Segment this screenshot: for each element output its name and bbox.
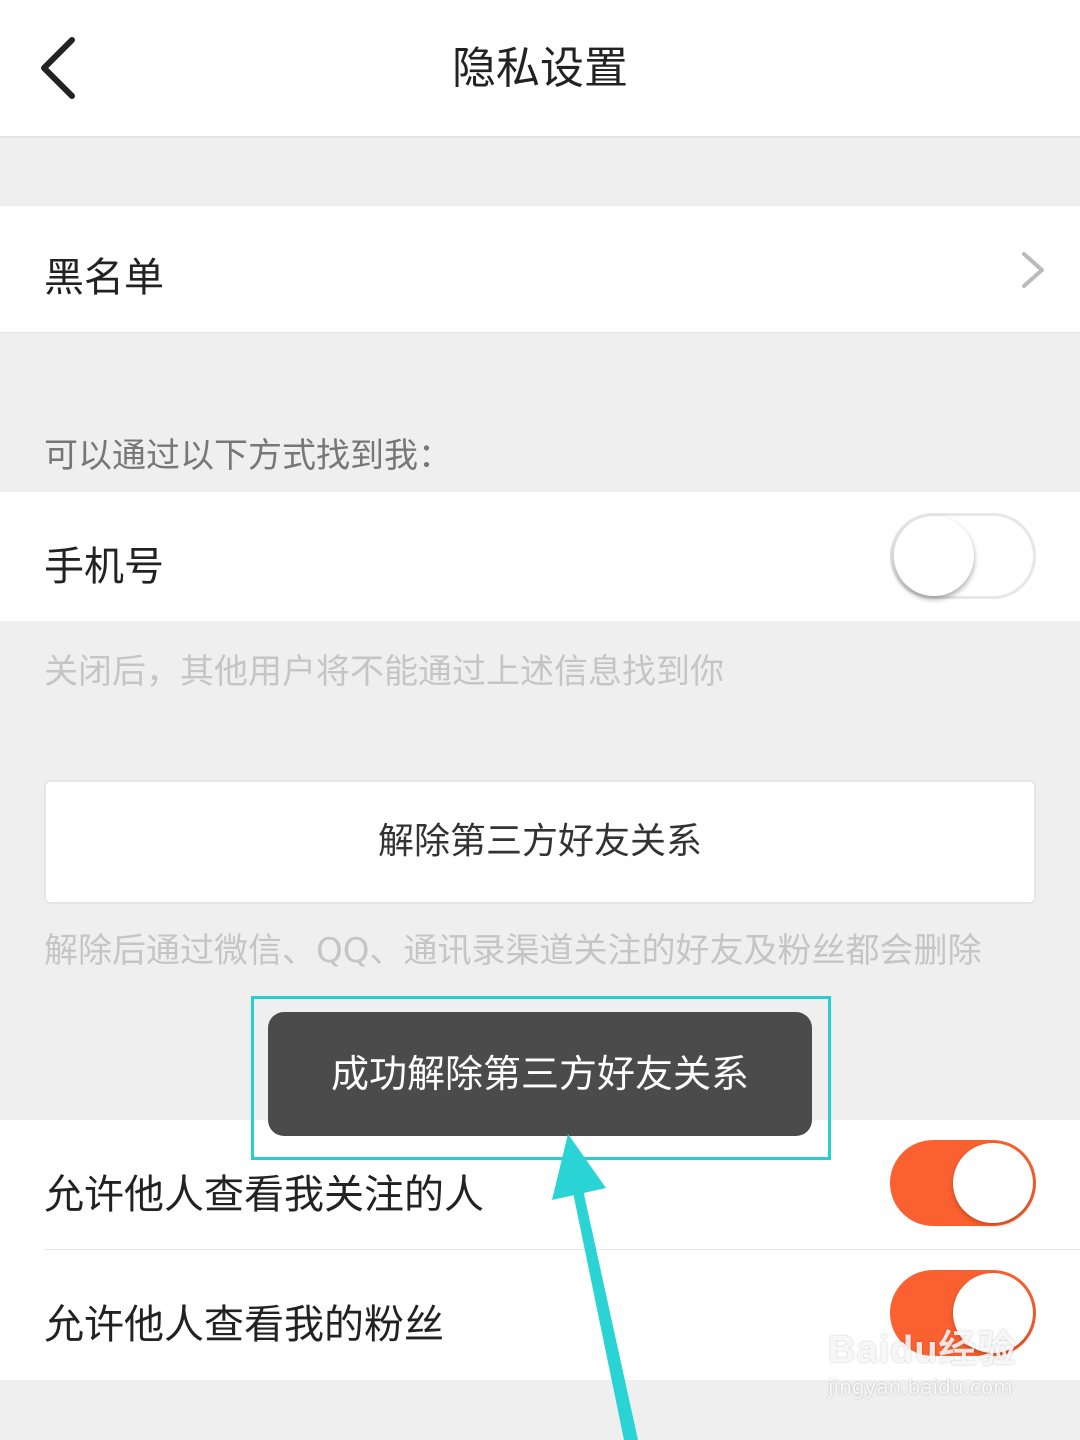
page-title: 隐私设置 <box>452 43 628 94</box>
allow-view-follows-label: 允许他人查看我关注的人 <box>44 1172 484 1218</box>
phone-label: 手机号 <box>44 544 164 590</box>
find-me-section-label: 可以通过以下方式找到我： <box>44 436 452 476</box>
phone-hint: 关闭后，其他用户将不能通过上述信息找到你 <box>44 652 724 692</box>
toggle-knob <box>953 1143 1033 1223</box>
back-arrow-icon <box>41 37 75 99</box>
unbind-third-party-button[interactable]: 解除第三方好友关系 <box>44 780 1036 904</box>
toggle-knob <box>894 516 974 596</box>
back-button[interactable] <box>28 30 98 106</box>
watermark-logo: Baidu经验 <box>828 1329 1017 1371</box>
unbind-hint: 解除后通过微信、QQ、通讯录渠道关注的好友及粉丝都会删除 <box>44 931 982 971</box>
allow-view-follows-toggle[interactable] <box>890 1140 1036 1226</box>
watermark-url: jingyan.baidu.com <box>828 1375 1013 1399</box>
phone-row: 手机号 <box>0 492 1080 621</box>
blacklist-row[interactable]: 黑名单 <box>0 205 1080 333</box>
allow-view-fans-label: 允许他人查看我的粉丝 <box>44 1302 444 1348</box>
baidu-jingyan-watermark: Baidu经验 jingyan.baidu.com <box>828 1318 1028 1418</box>
annotation-arrow-icon <box>552 1134 638 1440</box>
chevron-right-icon <box>1022 252 1044 288</box>
blacklist-label: 黑名单 <box>44 255 164 301</box>
success-toast: 成功解除第三方好友关系 <box>268 1012 812 1136</box>
phone-toggle[interactable] <box>890 513 1036 599</box>
